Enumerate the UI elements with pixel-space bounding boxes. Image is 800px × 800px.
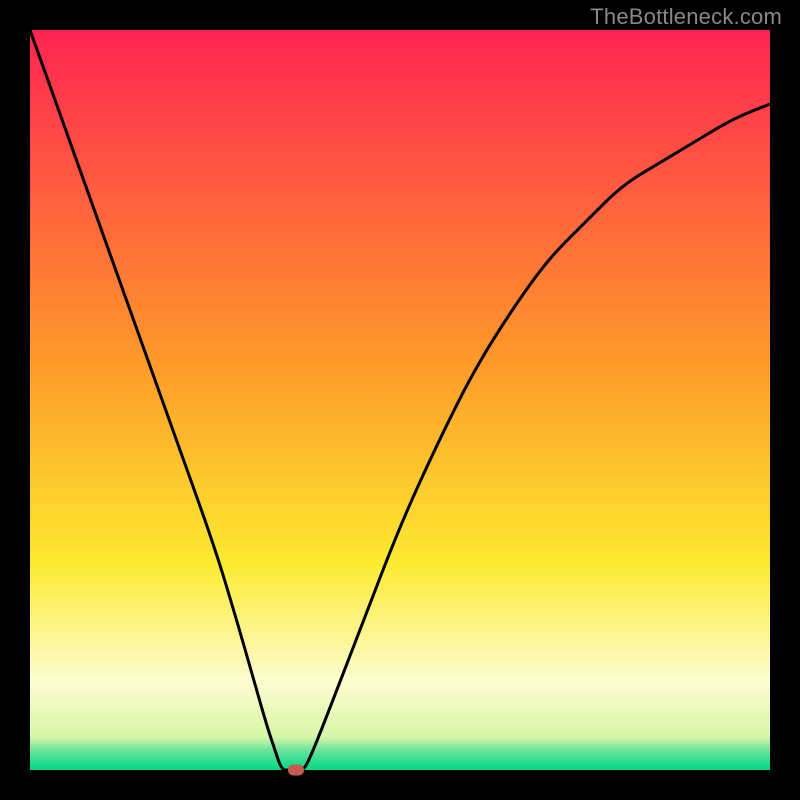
heat-gradient-background: [30, 30, 770, 770]
optimal-point-marker: [288, 765, 304, 776]
watermark-text: TheBottleneck.com: [590, 4, 782, 30]
chart-frame: TheBottleneck.com: [0, 0, 800, 800]
plot-area: [30, 30, 770, 770]
